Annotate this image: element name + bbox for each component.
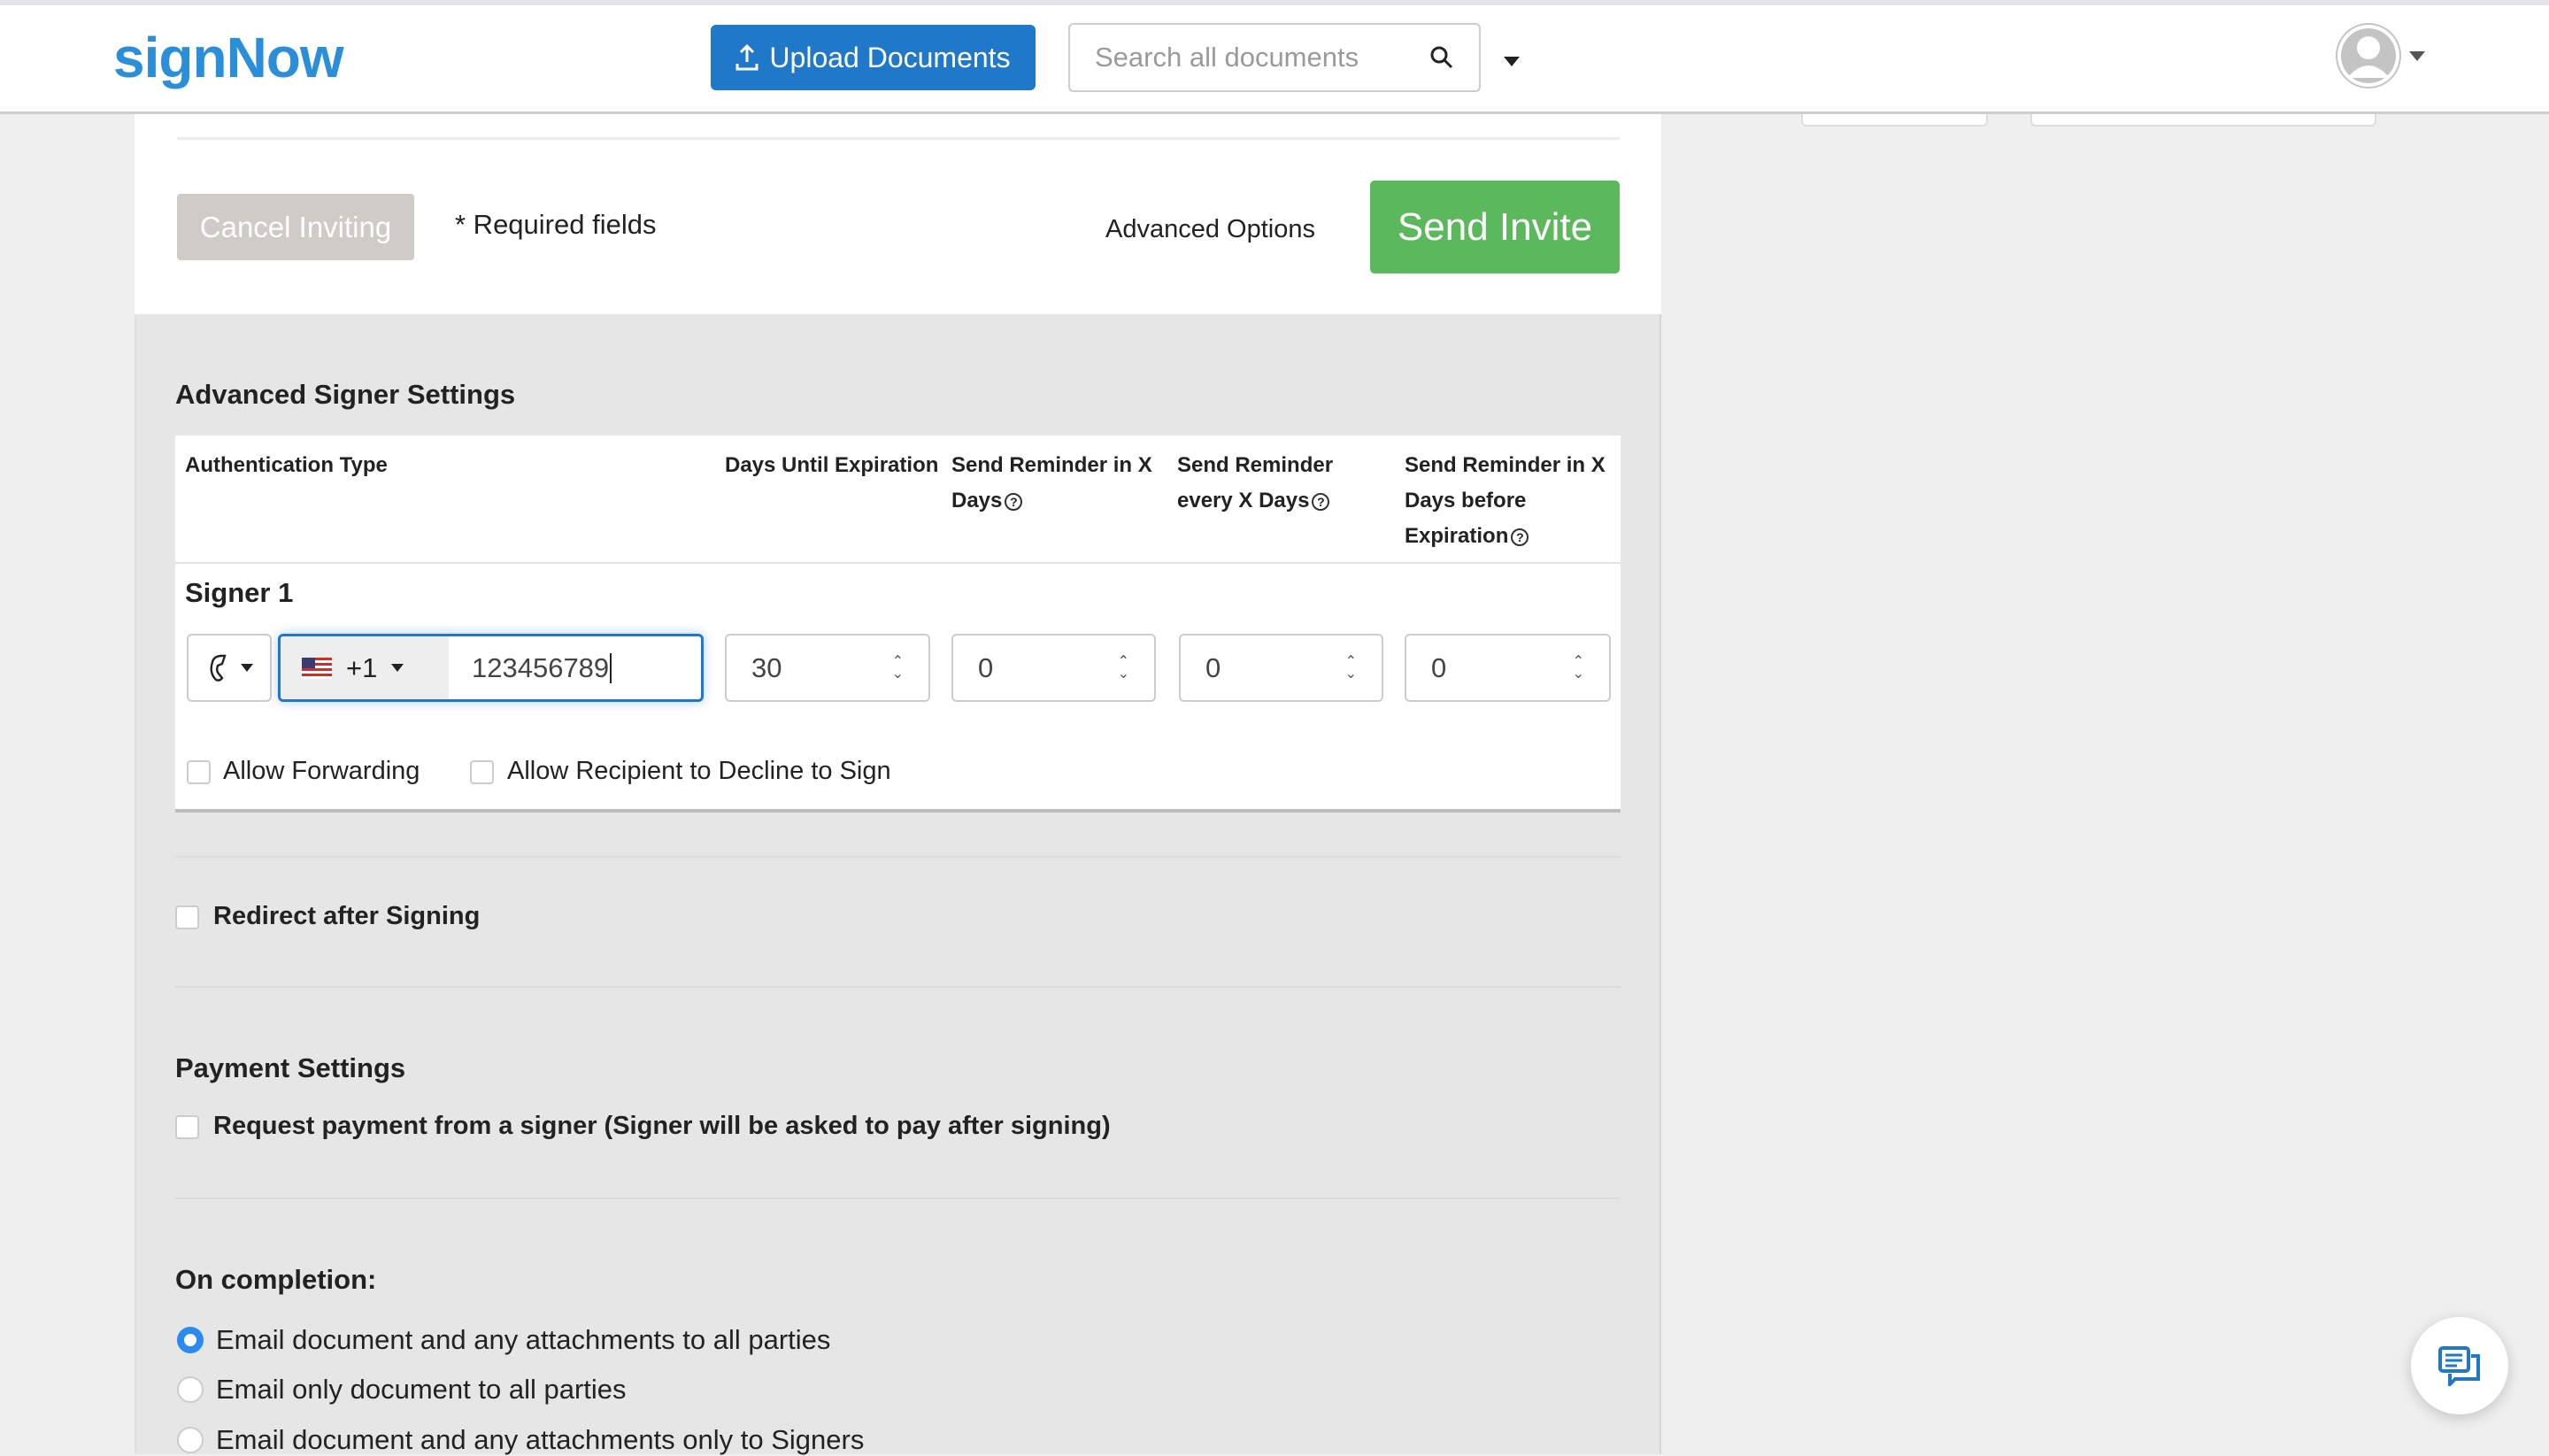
stepper-icon[interactable]: ⌃ ⌄ — [1573, 654, 1584, 681]
divider — [175, 986, 1621, 988]
upload-icon — [735, 44, 759, 71]
send-invite-button[interactable]: Send Invite — [1370, 181, 1620, 273]
completion-option-radio[interactable] — [177, 1376, 204, 1403]
upload-label: Upload Documents — [769, 41, 1011, 73]
cancel-inviting-button[interactable]: Cancel Inviting — [177, 194, 414, 260]
country-code: +1 — [346, 651, 378, 683]
request-payment-label: Request payment from a signer (Signer wi… — [213, 1112, 1111, 1140]
redirect-checkbox[interactable] — [175, 905, 199, 929]
signnow-logo[interactable]: signNow — [113, 25, 344, 90]
advanced-signer-settings-title: Advanced Signer Settings — [175, 379, 516, 410]
user-avatar[interactable] — [2336, 23, 2401, 89]
completion-option-radio[interactable] — [177, 1327, 204, 1353]
search-icon[interactable] — [1429, 45, 1454, 70]
allow-forwarding-checkbox[interactable] — [187, 760, 211, 784]
required-fields-note: * Required fields — [455, 209, 657, 240]
help-icon[interactable]: ? — [1005, 492, 1023, 511]
reminder-every-days-input[interactable]: 0 ⌃ ⌄ — [1179, 634, 1383, 702]
completion-option-label: Email only document to all parties — [216, 1374, 627, 1405]
phone-number-input[interactable]: +1 123456789 — [278, 634, 704, 702]
side-control[interactable] — [2030, 114, 2376, 127]
stepper-icon[interactable]: ⌃ ⌄ — [892, 654, 904, 681]
divider — [177, 137, 1620, 140]
user-icon — [2337, 25, 2399, 87]
phone-icon — [210, 654, 227, 682]
upload-documents-button[interactable]: Upload Documents — [711, 25, 1036, 90]
column-header: Send Reminder in X Days before Expiratio… — [1405, 453, 1606, 548]
payment-settings-title: Payment Settings — [175, 1052, 406, 1083]
search-input[interactable] — [1095, 42, 1413, 73]
divider — [175, 856, 1621, 858]
stepper-icon[interactable]: ⌃ ⌄ — [1118, 654, 1129, 681]
reminder-in-days-input[interactable]: 0 ⌃ ⌄ — [951, 634, 1156, 702]
allow-forwarding-label: Allow Forwarding — [223, 757, 420, 785]
search-options-dropdown-icon[interactable] — [1504, 57, 1520, 66]
allow-decline-checkbox[interactable] — [470, 760, 494, 784]
chat-icon — [2438, 1346, 2480, 1386]
column-header: Send Reminder in X Days? — [951, 453, 1152, 512]
column-header: Send Reminder every X Days? — [1177, 453, 1334, 512]
chevron-down-icon — [391, 664, 404, 672]
days-until-expiration-input[interactable]: 30 ⌃ ⌄ — [725, 634, 930, 702]
auth-method-select[interactable] — [187, 634, 272, 702]
divider — [175, 562, 1621, 564]
chat-button[interactable] — [2411, 1317, 2508, 1414]
help-icon[interactable]: ? — [1312, 492, 1330, 511]
phone-number-value[interactable]: 123456789 — [449, 636, 701, 699]
advanced-options-link[interactable]: Advanced Options — [1105, 215, 1315, 244]
side-control[interactable] — [1801, 114, 1988, 127]
completion-option-label: Email document and any attachments to al… — [216, 1324, 831, 1355]
column-header: Days Until Expiration — [725, 453, 939, 477]
redirect-label: Redirect after Signing — [213, 902, 481, 930]
user-menu-dropdown-icon[interactable] — [2409, 51, 2425, 61]
request-payment-checkbox[interactable] — [175, 1115, 199, 1139]
help-icon[interactable]: ? — [1511, 528, 1529, 546]
stepper-icon[interactable]: ⌃ ⌄ — [1345, 654, 1357, 681]
chevron-down-icon — [241, 664, 253, 672]
country-code-select[interactable]: +1 — [281, 636, 449, 699]
on-completion-title: On completion: — [175, 1264, 377, 1295]
divider — [175, 1198, 1621, 1199]
signer-label: Signer 1 — [185, 577, 294, 608]
column-header: Authentication Type — [185, 453, 388, 477]
us-flag-icon — [302, 657, 332, 679]
allow-decline-label: Allow Recipient to Decline to Sign — [507, 757, 891, 785]
reminder-before-expiration-input[interactable]: 0 ⌃ ⌄ — [1405, 634, 1611, 702]
completion-option-label: Email document and any attachments only … — [216, 1424, 865, 1455]
completion-option-radio[interactable] — [177, 1427, 204, 1453]
search-box[interactable] — [1068, 23, 1481, 92]
